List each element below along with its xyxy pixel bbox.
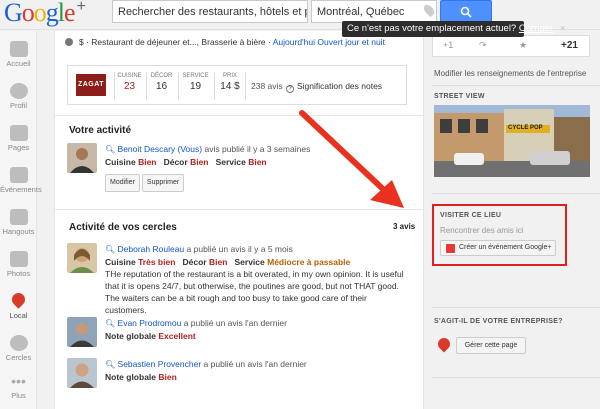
review-ratings: Cuisine Très bien Décor Bien Service Méd… <box>105 257 351 267</box>
overall-rating: Note globale Bien <box>105 372 177 382</box>
star-icon[interactable]: ★ <box>519 40 527 51</box>
reviewer-name[interactable]: Benoit Descary (Vous) <box>118 144 203 154</box>
home-icon <box>9 41 28 57</box>
local-pin-icon <box>435 335 453 353</box>
search-icon: 🔍︎ <box>105 319 116 328</box>
manage-page-button[interactable]: Gérer cette page <box>456 337 526 354</box>
nav-item-hangouts[interactable]: Hangouts <box>0 209 37 236</box>
nav-item-circles[interactable]: Cercles <box>0 335 37 362</box>
plus-one-button[interactable]: +1 <box>443 40 453 50</box>
create-event-button[interactable]: Créer un événement Google+ <box>440 240 556 256</box>
place-info-line: $ · Restaurant de déjeuner et..., Brasse… <box>65 37 385 47</box>
tooltip-text: Ce n'est pas votre emplacement actuel? <box>347 23 517 34</box>
google-plus-logo[interactable]: Google + <box>4 0 86 28</box>
divider <box>55 115 425 116</box>
search-icon: 🔍︎ <box>105 360 116 369</box>
visit-subtitle: Rencontrer des amis ici <box>440 226 524 235</box>
right-sidebar: +1 ↷ ★ +21 Modifier les renseignements d… <box>432 31 600 409</box>
avatar[interactable] <box>67 143 97 173</box>
main-content: $ · Restaurant de déjeuner et..., Brasse… <box>54 31 425 409</box>
street-sign-text: CYCLE POP <box>508 125 543 131</box>
nav-item-home[interactable]: Accueil <box>0 41 37 68</box>
info-icon <box>65 38 73 46</box>
review-ratings: Cuisine Bien Décor Bien Service Bien <box>105 157 267 167</box>
local-pin-icon <box>9 290 28 309</box>
events-icon <box>9 167 28 183</box>
more-icon: ••• <box>11 373 26 389</box>
location-input[interactable]: Montréal, Québec <box>311 0 437 23</box>
divider <box>432 85 600 86</box>
visit-place-box: VISITER CE LIEU Rencontrer des amis ici … <box>432 204 567 266</box>
zagat-score-cuisine: CUISINE 23 <box>114 72 144 100</box>
nav-item-photos[interactable]: Photos <box>0 251 37 278</box>
delete-review-button[interactable]: Supprimer <box>141 174 185 192</box>
avatar[interactable] <box>67 243 97 273</box>
share-bar: +1 ↷ ★ +21 <box>432 35 590 57</box>
zagat-score-price: PRIX 14 $ <box>214 72 246 100</box>
divider <box>432 307 600 308</box>
divider <box>432 193 600 194</box>
zagat-logo: ZAGAT <box>76 74 106 96</box>
pages-icon <box>9 125 28 141</box>
nav-item-events[interactable]: Événements <box>0 167 42 194</box>
search-icon: 🔍︎ <box>105 245 116 254</box>
zagat-score-decor: DÉCOR 16 <box>146 72 176 100</box>
review-count: 238 avis <box>251 81 283 91</box>
edit-business-link[interactable]: Modifier les renseignements de l'entrepr… <box>434 69 586 78</box>
avatar[interactable] <box>67 358 97 388</box>
nav-item-more[interactable]: ••• Plus <box>0 373 37 400</box>
street-view-title: STREET VIEW <box>434 93 485 100</box>
share-icon[interactable]: ↷ <box>479 40 487 51</box>
my-activity-title: Votre activité <box>69 125 132 136</box>
reviewer-name[interactable]: Deborah Rouleau <box>118 244 185 254</box>
nav-item-pages[interactable]: Pages <box>0 125 37 152</box>
plus-one-count: +21 <box>561 40 578 51</box>
search-icon: 🔍︎ <box>105 145 116 154</box>
nav-item-profile[interactable]: Profil <box>0 83 37 110</box>
calendar-icon <box>446 244 455 253</box>
divider <box>55 209 425 210</box>
photos-icon <box>9 251 28 267</box>
reviewer-name[interactable]: Evan Prodromou <box>118 318 182 328</box>
circles-review-count: 3 avis <box>393 222 416 231</box>
zagat-score-service: SERVICE 19 <box>178 72 212 100</box>
location-tooltip: Ce n'est pas votre emplacement actuel? C… <box>342 21 565 37</box>
overall-rating: Note globale Excellent <box>105 331 196 341</box>
zagat-box: ZAGAT CUISINE 23 DÉCOR 16 SERVICE 19 PRIX 14… <box>67 65 407 105</box>
hours-link[interactable]: Aujourd'hui Ouvert jour et nuit <box>273 37 385 47</box>
street-view-image[interactable]: CYCLE POP <box>434 105 590 177</box>
circles-icon <box>9 335 28 351</box>
edit-review-button[interactable]: Modifier <box>105 174 140 192</box>
avatar[interactable] <box>67 317 97 347</box>
search-icon <box>460 6 472 18</box>
divider <box>432 377 600 378</box>
search-button[interactable] <box>440 0 492 23</box>
question-icon: ? <box>286 85 294 93</box>
reviewer-name[interactable]: Sebastien Provencher <box>118 359 202 369</box>
search-input[interactable]: Rechercher des restaurants, hôtels et pl… <box>112 0 308 23</box>
correct-link[interactable]: Corriger <box>519 23 553 34</box>
notes-meaning-link[interactable]: ? Signification des notes <box>286 81 382 93</box>
close-icon[interactable]: × <box>560 23 566 34</box>
circles-activity-title: Activité de vos cercles <box>69 222 177 233</box>
profile-icon <box>9 83 28 99</box>
owner-title: S'AGIT-IL DE VOTRE ENTREPRISE? <box>434 318 563 325</box>
hangouts-icon <box>9 209 28 225</box>
review-text: THe reputation of the restaurant is a bi… <box>105 269 404 315</box>
nav-item-local[interactable]: Local <box>0 290 37 320</box>
left-nav: Accueil Profil Pages Événements Hangouts… <box>0 31 42 409</box>
visit-title: VISITER CE LIEU <box>440 212 502 219</box>
